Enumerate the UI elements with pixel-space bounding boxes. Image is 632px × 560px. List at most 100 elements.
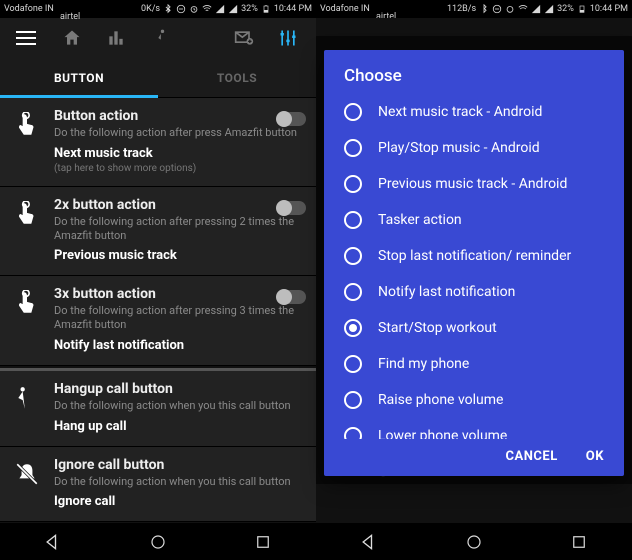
nav-back[interactable] bbox=[339, 523, 399, 560]
radio-icon bbox=[344, 391, 362, 409]
card-2x-action[interactable]: 2x button action Do the following action… bbox=[0, 187, 316, 277]
carrier-2: airtel bbox=[60, 12, 80, 22]
toggle-switch[interactable] bbox=[278, 201, 306, 215]
nav-back[interactable] bbox=[23, 523, 83, 560]
card-desc: Do the following action after pressing 3… bbox=[54, 304, 304, 332]
choose-dialog: Choose Next music track - Android Play/St… bbox=[324, 50, 624, 476]
card-value: Previous music track bbox=[54, 248, 304, 263]
clock: 10:44 PM bbox=[590, 4, 628, 14]
activity-button[interactable] bbox=[138, 18, 182, 58]
card-title: Hangup call button bbox=[54, 381, 304, 397]
tab-tools[interactable]: TOOLS bbox=[158, 58, 316, 97]
radio-icon bbox=[344, 103, 362, 121]
dialog-option-label: Find my phone bbox=[378, 356, 604, 373]
toggle-switch[interactable] bbox=[278, 290, 306, 304]
back-icon bbox=[359, 532, 379, 552]
tab-tools-label: TOOLS bbox=[217, 71, 257, 85]
card-ignore[interactable]: Ignore call button Do the following acti… bbox=[0, 447, 316, 523]
radio-icon bbox=[344, 211, 362, 229]
dialog-backdrop[interactable]: Choose Next music track - Android Play/St… bbox=[316, 36, 632, 484]
dnd-icon bbox=[176, 4, 186, 14]
dialog-option-label: Start/Stop workout bbox=[378, 320, 604, 337]
app-toolbar bbox=[0, 18, 316, 58]
radio-icon bbox=[344, 427, 362, 439]
circle-icon bbox=[149, 533, 167, 551]
status-bar: Vodafone IN airtel 0K/s 32% 10:44 PM bbox=[0, 0, 316, 18]
dialog-option[interactable]: Tasker action bbox=[334, 202, 614, 238]
radio-icon bbox=[344, 355, 362, 373]
card-value: Next music track bbox=[54, 146, 304, 161]
card-value: Ignore call bbox=[54, 494, 304, 509]
alarm-icon bbox=[189, 4, 199, 14]
phone-left: Vodafone IN airtel 0K/s 32% 10:44 PM bbox=[0, 0, 316, 560]
card-hangup[interactable]: Hangup call button Do the following acti… bbox=[0, 371, 316, 447]
dialog-option[interactable]: Play/Stop music - Android bbox=[334, 130, 614, 166]
bluetooth-icon bbox=[479, 4, 489, 14]
signal-1-icon bbox=[531, 4, 541, 14]
running-icon bbox=[150, 28, 170, 48]
dialog-option[interactable]: Lower phone volume bbox=[334, 418, 614, 439]
dialog-option-label: Play/Stop music - Android bbox=[378, 140, 604, 157]
battery-pct: 32% bbox=[241, 4, 258, 14]
nav-home[interactable] bbox=[128, 523, 188, 560]
bar-chart-icon bbox=[106, 28, 126, 48]
bluetooth-icon bbox=[163, 4, 173, 14]
settings-list[interactable]: Button action Do the following action af… bbox=[0, 98, 316, 522]
menu-button[interactable] bbox=[6, 18, 50, 58]
dialog-option[interactable]: Stop last notification/ reminder bbox=[334, 238, 614, 274]
back-icon bbox=[43, 532, 63, 552]
net-speed: 112B/s bbox=[447, 4, 476, 14]
dialog-option[interactable]: Start/Stop workout bbox=[334, 310, 614, 346]
tab-button[interactable]: BUTTON bbox=[0, 58, 158, 97]
dialog-option-label: Next music track - Android bbox=[378, 104, 604, 121]
hamburger-icon bbox=[16, 31, 40, 45]
signal-2-icon bbox=[228, 4, 238, 14]
settings-button[interactable] bbox=[266, 18, 310, 58]
dialog-option[interactable]: Find my phone bbox=[334, 346, 614, 382]
tab-bar: BUTTON TOOLS bbox=[0, 58, 316, 98]
radio-icon bbox=[344, 283, 362, 301]
stats-button[interactable] bbox=[94, 18, 138, 58]
card-value: Notify last notification bbox=[54, 338, 304, 353]
alarm-icon bbox=[505, 4, 515, 14]
radio-icon bbox=[344, 319, 362, 337]
dialog-title: Choose bbox=[324, 50, 624, 94]
dialog-ok-button[interactable]: OK bbox=[586, 449, 604, 464]
dialog-option[interactable]: Previous music track - Android bbox=[334, 166, 614, 202]
mail-plus-icon bbox=[234, 28, 254, 48]
wifi-icon bbox=[518, 4, 528, 14]
bell-off-icon bbox=[12, 457, 42, 510]
dialog-option[interactable]: Next music track - Android bbox=[334, 94, 614, 130]
dialog-option-label: Lower phone volume bbox=[378, 428, 604, 439]
dialog-option-label: Raise phone volume bbox=[378, 392, 604, 409]
card-3x-action[interactable]: 3x button action Do the following action… bbox=[0, 276, 316, 366]
dialog-option-list[interactable]: Next music track - Android Play/Stop musi… bbox=[324, 94, 624, 439]
dialog-option[interactable]: Raise phone volume bbox=[334, 382, 614, 418]
card-title: 3x button action bbox=[54, 286, 304, 302]
battery-icon bbox=[261, 4, 271, 14]
mail-button[interactable] bbox=[222, 18, 266, 58]
nav-recent[interactable] bbox=[233, 523, 293, 560]
square-icon bbox=[254, 533, 272, 551]
android-nav-bar bbox=[0, 522, 316, 560]
card-button-action[interactable]: Button action Do the following action af… bbox=[0, 98, 316, 187]
dialog-option[interactable]: Notify last notification bbox=[334, 274, 614, 310]
circle-icon bbox=[465, 533, 483, 551]
dialog-option-label: Notify last notification bbox=[378, 284, 604, 301]
toggle-switch[interactable] bbox=[278, 112, 306, 126]
home-button[interactable] bbox=[50, 18, 94, 58]
nav-home[interactable] bbox=[444, 523, 504, 560]
dialog-cancel-button[interactable]: CANCEL bbox=[506, 449, 558, 464]
dialog-option-label: Previous music track - Android bbox=[378, 176, 604, 193]
signal-2-icon bbox=[544, 4, 554, 14]
nav-recent[interactable] bbox=[549, 523, 609, 560]
sliders-icon bbox=[278, 28, 298, 48]
phone-right: Vodafone IN airtel 112B/s 32% 10:44 PM I… bbox=[316, 0, 632, 560]
tap-icon bbox=[12, 286, 42, 353]
card-desc: Do the following action when you this ca… bbox=[54, 399, 304, 413]
radio-icon bbox=[344, 247, 362, 265]
card-title: Ignore call button bbox=[54, 457, 304, 473]
square-icon bbox=[570, 533, 588, 551]
card-title: Button action bbox=[54, 108, 304, 124]
karate-icon bbox=[12, 381, 42, 434]
